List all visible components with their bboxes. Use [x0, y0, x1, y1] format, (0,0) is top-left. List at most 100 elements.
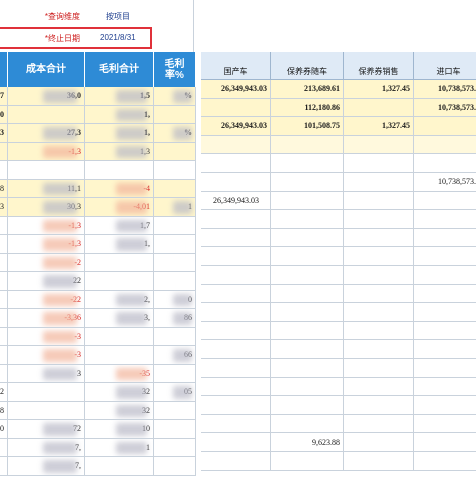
left-cell-r18-c0[interactable]: 0: [0, 420, 8, 439]
left-cell-r1-c2[interactable]: 1,: [85, 105, 154, 124]
right-cell-r13-c0[interactable]: [201, 321, 271, 341]
left-cell-r5-c1[interactable]: 11,1: [8, 179, 85, 198]
left-cell-r18-c3[interactable]: [154, 420, 196, 439]
left-cell-r7-c0[interactable]: [0, 216, 8, 235]
right-cell-r19-c1[interactable]: 9,623.88: [271, 433, 344, 452]
left-cell-r13-c3[interactable]: [154, 327, 196, 346]
left-cell-r17-c0[interactable]: 8: [0, 401, 8, 420]
left-cell-r20-c3[interactable]: [154, 457, 196, 476]
left-cell-r13-c1[interactable]: -3: [8, 327, 85, 346]
left-cell-r11-c0[interactable]: [0, 290, 8, 309]
right-cell-r15-c1[interactable]: [271, 359, 344, 378]
right-cell-r18-c2[interactable]: [344, 414, 414, 434]
right-cell-r10-c1[interactable]: [271, 266, 344, 285]
left-cell-r11-c2[interactable]: 2,: [85, 290, 154, 309]
right-cell-r12-c0[interactable]: [201, 303, 271, 322]
right-cell-r19-c2[interactable]: [344, 433, 414, 452]
right-cell-r7-c3[interactable]: [414, 210, 476, 229]
left-cell-r10-c3[interactable]: [154, 272, 196, 291]
left-cell-r2-c2[interactable]: 1,: [85, 124, 154, 143]
right-cell-r2-c1[interactable]: 101,508.75: [271, 117, 344, 136]
left-cell-r14-c1[interactable]: -3: [8, 346, 85, 365]
right-cell-r20-c0[interactable]: [201, 452, 271, 471]
left-cell-r19-c1[interactable]: 7,: [8, 438, 85, 457]
right-cell-r8-c3[interactable]: [414, 228, 476, 248]
left-cell-r11-c1[interactable]: -22: [8, 290, 85, 309]
left-cell-r3-c0[interactable]: [0, 142, 8, 161]
right-cell-r17-c1[interactable]: [271, 396, 344, 415]
right-cell-r12-c1[interactable]: [271, 303, 344, 322]
left-cell-r7-c2[interactable]: 1,7: [85, 216, 154, 235]
left-cell-r6-c1[interactable]: 30,3: [8, 198, 85, 217]
left-cell-r6-c0[interactable]: 3: [0, 198, 8, 217]
left-cell-r9-c0[interactable]: [0, 253, 8, 272]
right-cell-r1-c1[interactable]: 112,180.86: [271, 98, 344, 118]
right-cell-r5-c0[interactable]: [201, 173, 271, 192]
right-cell-r11-c3[interactable]: [414, 284, 476, 304]
left-cell-r12-c3[interactable]: 86: [154, 309, 196, 328]
right-cell-r17-c3[interactable]: [414, 396, 476, 415]
right-cell-r7-c2[interactable]: [344, 210, 414, 229]
right-cell-r0-c0[interactable]: 26,349,943.03: [201, 80, 271, 99]
left-cell-r10-c1[interactable]: 22: [8, 272, 85, 291]
right-cell-r2-c3[interactable]: [414, 117, 476, 136]
left-cell-r16-c2[interactable]: 32: [85, 383, 154, 402]
right-cell-r2-c2[interactable]: 1,327.45: [344, 117, 414, 136]
right-cell-r0-c3[interactable]: 10,738,573.6: [414, 80, 476, 99]
left-cell-r19-c0[interactable]: [0, 438, 8, 457]
right-cell-r9-c2[interactable]: [344, 247, 414, 266]
right-cell-r4-c2[interactable]: [344, 154, 414, 173]
left-cell-r19-c3[interactable]: [154, 438, 196, 457]
right-cell-r2-c0[interactable]: 26,349,943.03: [201, 117, 271, 136]
left-cell-r4-c3[interactable]: [154, 161, 196, 180]
left-cell-r0-c3[interactable]: %: [154, 87, 196, 106]
right-cell-r14-c1[interactable]: [271, 340, 344, 359]
right-cell-r12-c3[interactable]: [414, 303, 476, 322]
left-cell-r6-c3[interactable]: 1: [154, 198, 196, 217]
right-cell-r3-c2[interactable]: [344, 135, 414, 155]
left-cell-r5-c0[interactable]: 8: [0, 179, 8, 198]
left-cell-r1-c3[interactable]: [154, 105, 196, 124]
right-cell-r15-c0[interactable]: [201, 359, 271, 378]
right-cell-r7-c0[interactable]: [201, 210, 271, 229]
right-cell-r19-c3[interactable]: [414, 433, 476, 452]
right-cell-r8-c1[interactable]: [271, 228, 344, 248]
right-cell-r0-c2[interactable]: 1,327.45: [344, 80, 414, 99]
right-cell-r15-c2[interactable]: [344, 359, 414, 378]
left-cell-r16-c1[interactable]: [8, 383, 85, 402]
left-cell-r5-c2[interactable]: -4: [85, 179, 154, 198]
right-cell-r7-c1[interactable]: [271, 210, 344, 229]
left-cell-r17-c1[interactable]: [8, 401, 85, 420]
left-cell-r6-c2[interactable]: -4,01: [85, 198, 154, 217]
left-cell-r4-c0[interactable]: [0, 161, 8, 180]
right-cell-r11-c1[interactable]: [271, 284, 344, 304]
left-cell-r0-c0[interactable]: 7: [0, 87, 8, 106]
left-cell-r16-c0[interactable]: 2: [0, 383, 8, 402]
right-cell-r16-c0[interactable]: [201, 377, 271, 397]
right-cell-r4-c0[interactable]: [201, 154, 271, 173]
right-cell-r1-c0[interactable]: [201, 98, 271, 118]
left-cell-r8-c2[interactable]: 1,: [85, 235, 154, 254]
left-cell-r3-c2[interactable]: 1,3: [85, 142, 154, 161]
right-cell-r20-c2[interactable]: [344, 452, 414, 471]
left-cell-r0-c2[interactable]: 1,5: [85, 87, 154, 106]
right-cell-r9-c3[interactable]: [414, 247, 476, 266]
right-cell-r16-c1[interactable]: [271, 377, 344, 397]
right-cell-r8-c0[interactable]: [201, 228, 271, 248]
left-cell-r12-c1[interactable]: -3,36: [8, 309, 85, 328]
right-cell-r10-c3[interactable]: [414, 266, 476, 285]
left-cell-r17-c3[interactable]: [154, 401, 196, 420]
right-cell-r20-c1[interactable]: [271, 452, 344, 471]
right-cell-r17-c0[interactable]: [201, 396, 271, 415]
left-cell-r15-c1[interactable]: 3: [8, 364, 85, 383]
right-cell-r0-c1[interactable]: 213,689.61: [271, 80, 344, 99]
right-cell-r14-c0[interactable]: [201, 340, 271, 359]
right-cell-r14-c2[interactable]: [344, 340, 414, 359]
left-cell-r2-c1[interactable]: 27,3: [8, 124, 85, 143]
right-cell-r16-c3[interactable]: [414, 377, 476, 397]
left-cell-r20-c1[interactable]: 7,: [8, 457, 85, 476]
left-cell-r7-c1[interactable]: -1,3: [8, 216, 85, 235]
right-cell-r6-c3[interactable]: [414, 191, 476, 211]
right-cell-r19-c0[interactable]: [201, 433, 271, 452]
right-cell-r10-c0[interactable]: [201, 266, 271, 285]
